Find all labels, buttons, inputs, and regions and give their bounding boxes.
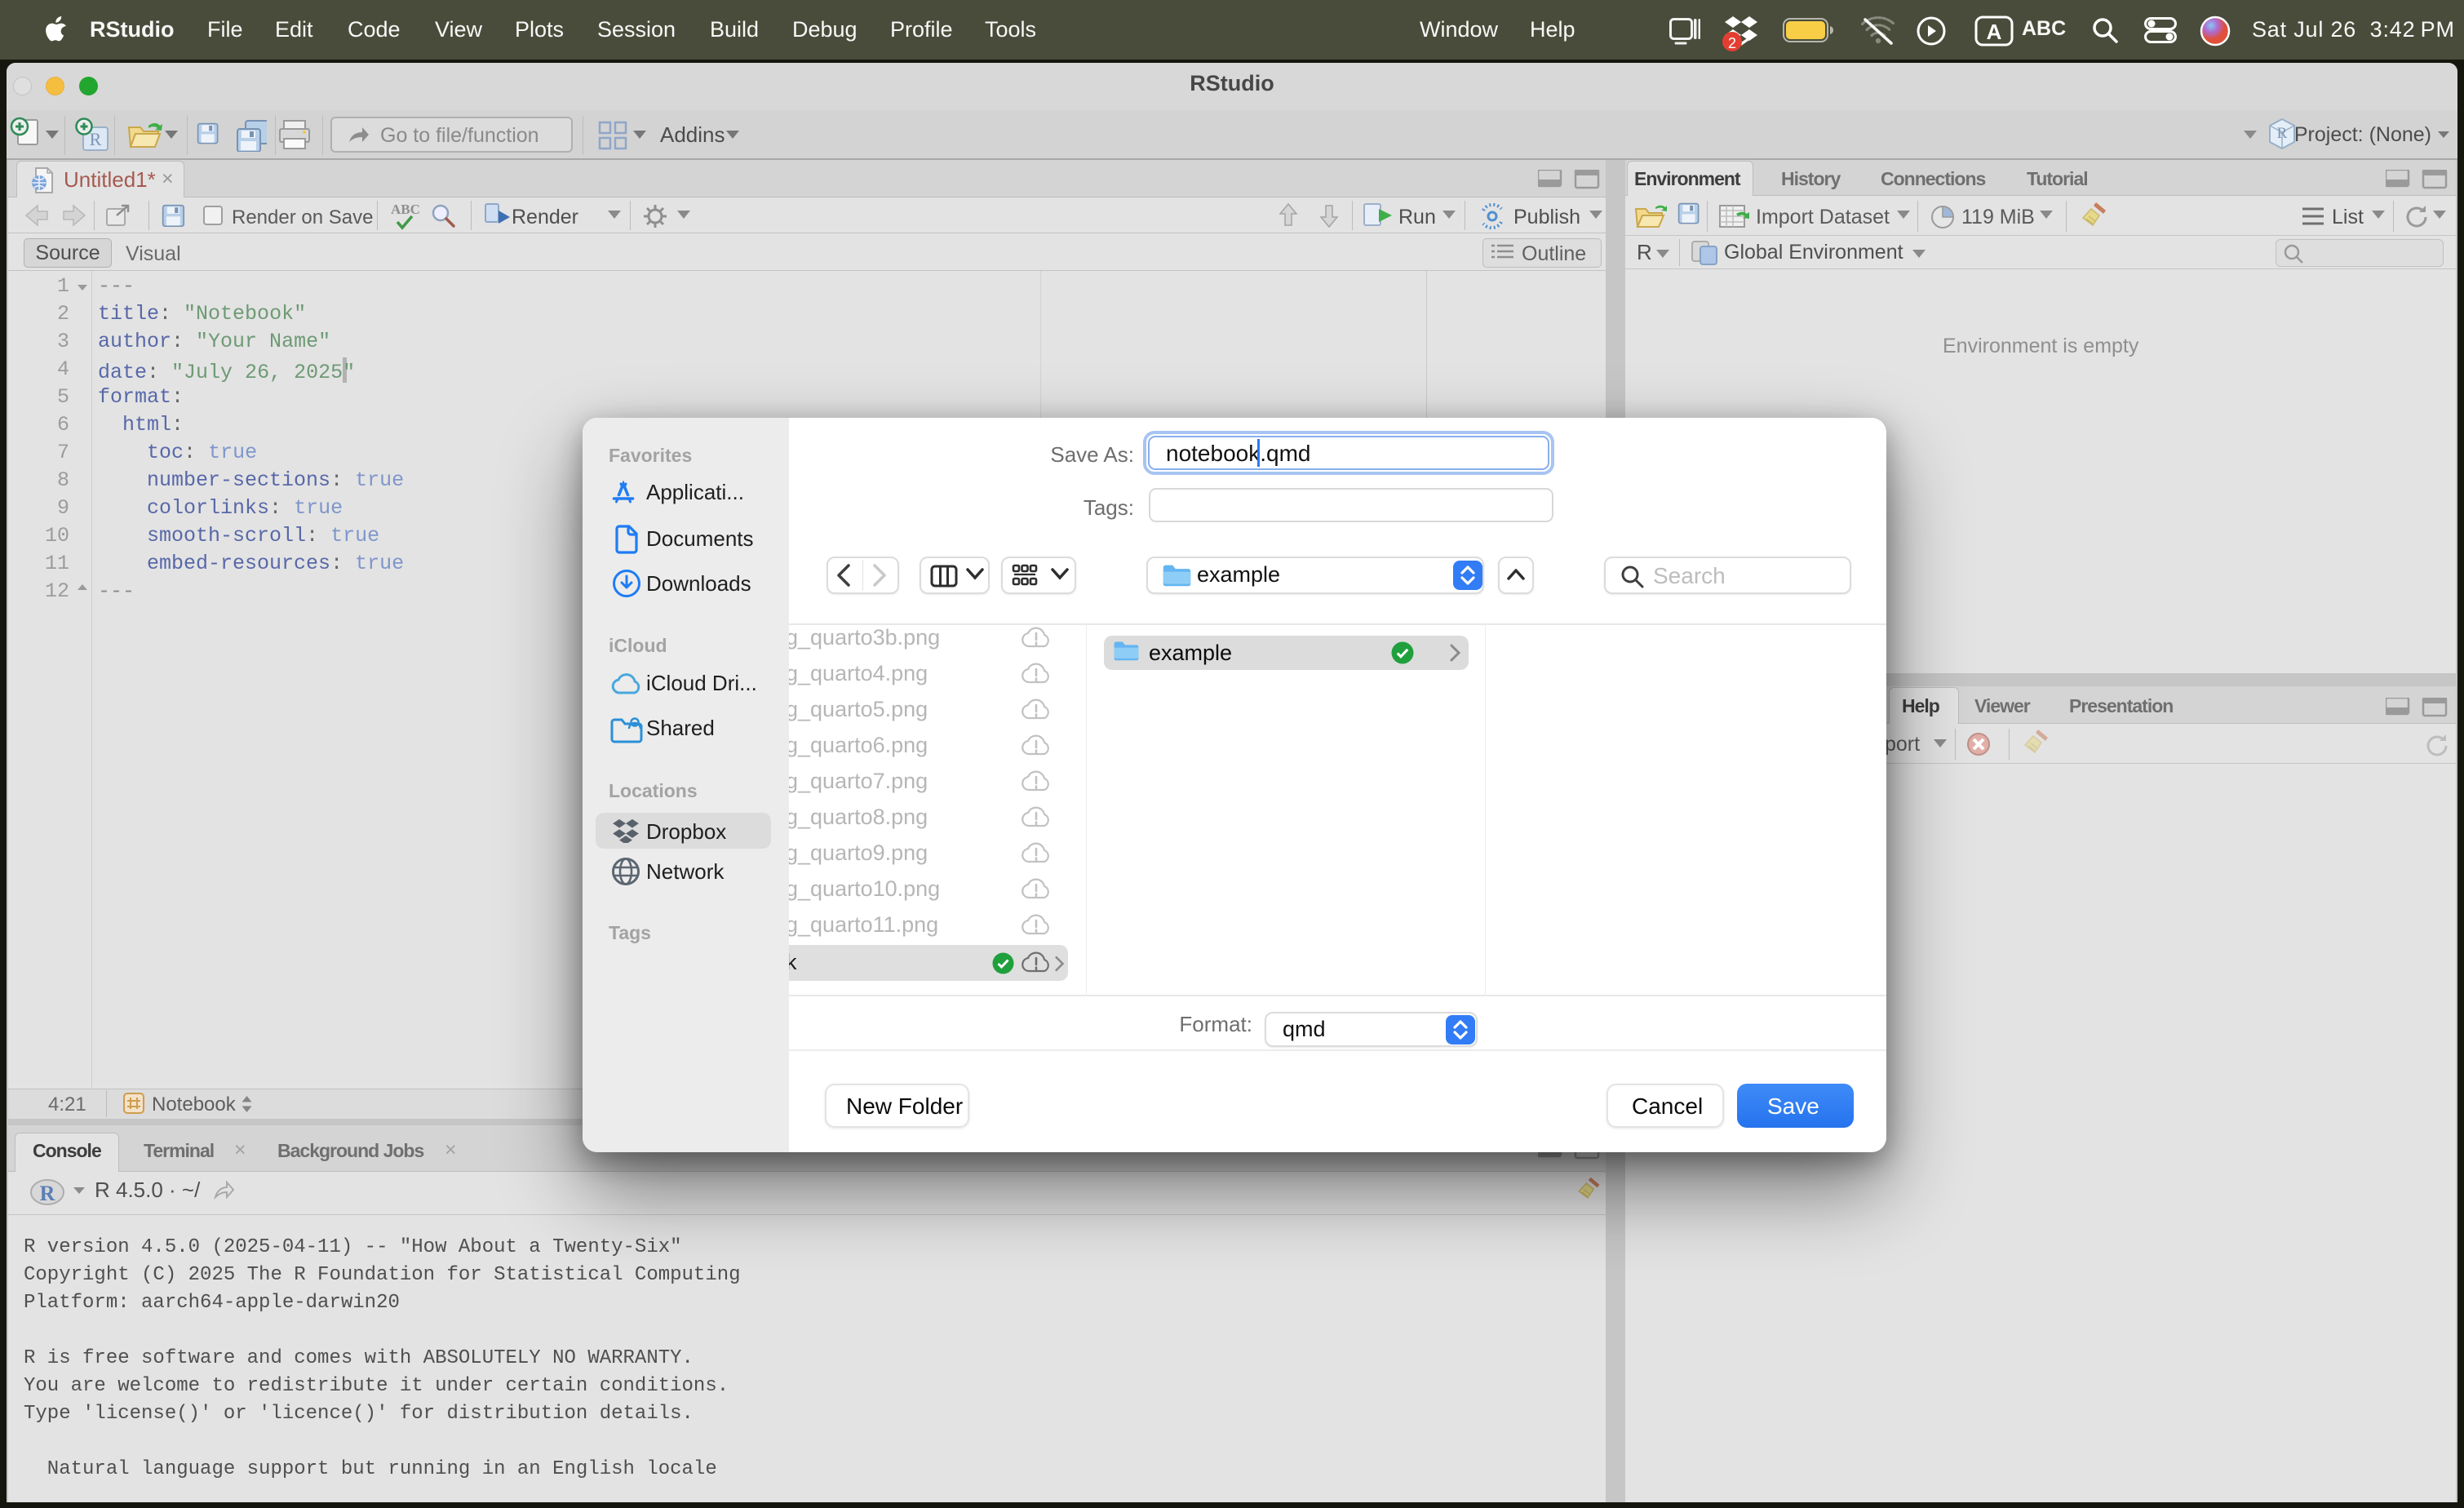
svg-text:R: R: [2277, 125, 2288, 142]
svg-text:ABC: ABC: [391, 202, 420, 217]
svg-text:A: A: [1987, 20, 2002, 44]
svg-text:2: 2: [1728, 35, 1736, 51]
svg-text:R: R: [90, 129, 102, 149]
svg-text:R: R: [40, 1182, 55, 1205]
